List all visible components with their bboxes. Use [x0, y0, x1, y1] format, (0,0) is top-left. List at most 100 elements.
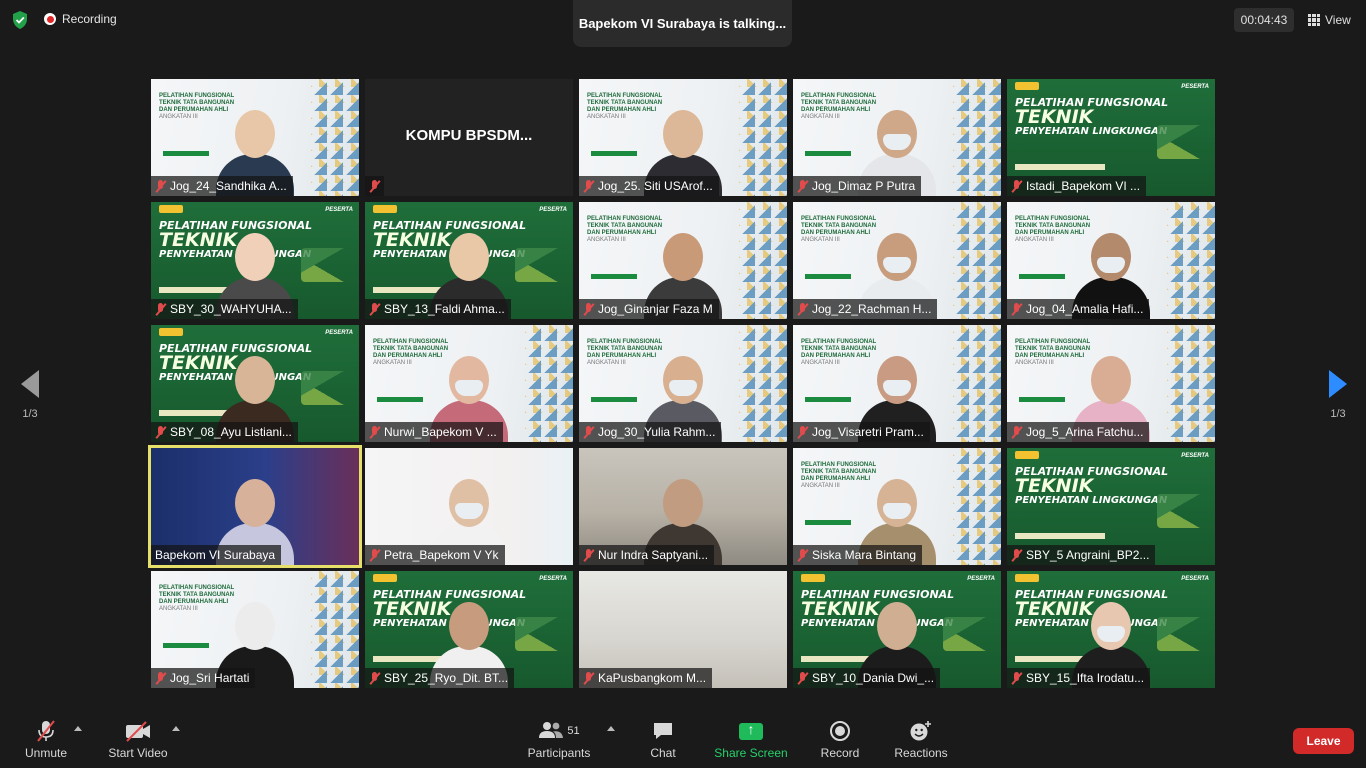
record-button[interactable]: Record — [818, 720, 862, 760]
participant-name-tag: Jog_24_Sandhika A... — [151, 176, 293, 196]
reactions-button[interactable]: Reactions — [892, 720, 950, 760]
participant-tile[interactable]: PESERTA PELATIHAN FUNGSIONAL TEKNIK PENYEHA… — [1007, 571, 1215, 688]
participant-name-tag: Petra_Bapekom V Yk — [365, 545, 505, 565]
start-video-label: Start Video — [108, 746, 168, 760]
participant-tile[interactable]: Petra_Bapekom V Yk — [365, 448, 573, 565]
participant-name-tag: SBY_25_Ryo_Dit. BT... — [365, 668, 515, 688]
participant-name-tag: Jog_25. Siti USArof... — [579, 176, 719, 196]
participant-name-tag: SBY_30_WAHYUHA... — [151, 299, 298, 319]
participant-tile[interactable]: PELATIHAN FUNGSIONAL TEKNIK TATA BANGUNAN… — [579, 325, 787, 442]
slide-date-bar — [163, 643, 209, 648]
participant-name: Jog_24_Sandhika A... — [170, 179, 287, 193]
participant-name: Jog_Ginanjar Faza M — [598, 302, 713, 316]
chevron-left-icon — [21, 370, 39, 398]
start-video-button[interactable]: Start Video — [106, 720, 170, 760]
participant-name-tag: Jog_04_Amalia Hafi... — [1007, 299, 1150, 319]
slide-date-bar — [591, 274, 637, 279]
pupr-logo — [373, 574, 397, 582]
participant-tile[interactable]: KOMPU BPSDM... — [365, 79, 573, 196]
peserta-label: PESERTA — [539, 207, 567, 213]
houses-illustration — [515, 248, 563, 282]
peserta-label: PESERTA — [967, 576, 995, 582]
participant-name: Jog_04_Amalia Hafi... — [1026, 302, 1144, 316]
participant-tile[interactable]: PESERTA PELATIHAN FUNGSIONAL TEKNIK PENYEHA… — [151, 202, 359, 319]
participant-name: KaPusbangkom M... — [598, 671, 707, 685]
microphone-muted-icon — [1011, 425, 1022, 439]
pupr-logo — [159, 328, 183, 336]
participant-tile[interactable]: PESERTA PELATIHAN FUNGSIONAL TEKNIK PENYEHA… — [793, 571, 1001, 688]
slide-date-bar — [805, 274, 851, 279]
slide-date-bar — [163, 151, 209, 156]
share-screen-button[interactable]: Share Screen — [714, 720, 788, 761]
participant-tile[interactable]: PELATIHAN FUNGSIONAL TEKNIK TATA BANGUNAN… — [793, 202, 1001, 319]
pupr-logo — [1015, 82, 1039, 90]
participant-tile[interactable]: Bapekom VI Surabaya — [148, 445, 362, 568]
participants-button[interactable]: 51 Participants — [524, 720, 594, 760]
microphone-muted-icon — [155, 425, 166, 439]
participant-tile[interactable]: PELATIHAN FUNGSIONAL TEKNIK TATA BANGUNAN… — [151, 79, 359, 196]
participant-name: SBY_30_WAHYUHA... — [170, 302, 292, 316]
slide-decoration — [739, 79, 787, 196]
houses-illustration — [1157, 617, 1205, 651]
participant-name: Bapekom VI Surabaya — [155, 548, 276, 562]
participant-tile[interactable]: Nur Indra Saptyani... — [579, 448, 787, 565]
houses-illustration — [301, 248, 349, 282]
slide-date-bar — [1019, 274, 1065, 279]
microphone-muted-icon — [797, 548, 808, 562]
microphone-muted-icon — [369, 302, 380, 316]
peserta-label: PESERTA — [325, 330, 353, 336]
gallery-grid-icon — [1308, 14, 1320, 26]
view-button[interactable]: View — [1302, 8, 1357, 32]
audio-options-caret-icon[interactable] — [74, 726, 82, 731]
share-screen-arrow-icon — [739, 721, 763, 740]
leave-button[interactable]: Leave — [1293, 728, 1354, 754]
participants-count: 51 — [567, 725, 580, 737]
slide-date-bar — [377, 397, 423, 402]
microphone-muted-icon — [583, 302, 594, 316]
participant-tile[interactable]: PELATIHAN FUNGSIONAL TEKNIK TATA BANGUNAN… — [793, 448, 1001, 565]
security-shield-icon[interactable] — [10, 10, 30, 30]
slide-date-bar — [591, 397, 637, 402]
participant-tile[interactable]: PELATIHAN FUNGSIONAL TEKNIK TATA BANGUNAN… — [793, 79, 1001, 196]
slide-decoration — [1167, 325, 1215, 442]
next-page-button[interactable]: 1/3 — [1318, 370, 1358, 420]
microphone-muted-icon — [583, 671, 594, 685]
participant-name-tag: KaPusbangkom M... — [579, 668, 713, 688]
participant-name: Siska Mara Bintang — [812, 548, 917, 562]
slide-date-bar — [1015, 533, 1105, 539]
participant-name: Jog_5_Arina Fatchu... — [1026, 425, 1144, 439]
participant-name: Jog_30_Yulia Rahm... — [598, 425, 716, 439]
participant-tile[interactable]: PESERTA PELATIHAN FUNGSIONAL TEKNIK PENYEHA… — [365, 202, 573, 319]
participant-name: SBY_5 Angraini_BP2... — [1026, 548, 1150, 562]
participant-tile[interactable]: PELATIHAN FUNGSIONAL TEKNIK TATA BANGUNAN… — [579, 79, 787, 196]
participant-tile[interactable]: PELATIHAN FUNGSIONAL TEKNIK TATA BANGUNAN… — [151, 571, 359, 688]
participant-tile[interactable]: PESERTA PELATIHAN FUNGSIONAL TEKNIK PENYEHA… — [1007, 79, 1215, 196]
participant-name: Jog_25. Siti USArof... — [598, 179, 713, 193]
recording-indicator[interactable]: Recording — [44, 12, 117, 26]
participants-options-caret-icon[interactable] — [607, 726, 615, 731]
pupr-logo — [373, 205, 397, 213]
participant-tile[interactable]: PELATIHAN FUNGSIONAL TEKNIK TATA BANGUNAN… — [1007, 325, 1215, 442]
participant-name: Istadi_Bapekom VI ... — [1026, 179, 1141, 193]
participant-display-name: KOMPU BPSDM... — [405, 127, 533, 144]
participant-tile[interactable]: PESERTA PELATIHAN FUNGSIONAL TEKNIK PENYEHA… — [365, 571, 573, 688]
microphone-muted-icon — [155, 179, 166, 193]
microphone-muted-icon — [155, 671, 166, 685]
participant-name: SBY_15_Ifta Irodatu... — [1026, 671, 1145, 685]
participant-name: SBY_10_Dania Dwi_... — [812, 671, 935, 685]
previous-page-button[interactable]: 1/3 — [10, 370, 50, 420]
video-options-caret-icon[interactable] — [172, 726, 180, 731]
participant-tile[interactable]: PELATIHAN FUNGSIONAL TEKNIK TATA BANGUNAN… — [1007, 202, 1215, 319]
participant-tile[interactable]: KaPusbangkom M... — [579, 571, 787, 688]
video-camera-off-icon — [106, 720, 170, 742]
participant-tile[interactable]: PELATIHAN FUNGSIONAL TEKNIK TATA BANGUNAN… — [793, 325, 1001, 442]
participant-tile[interactable]: PESERTA PELATIHAN FUNGSIONAL TEKNIK PENYEHA… — [151, 325, 359, 442]
participant-name: Jog_Dimaz P Putra — [812, 179, 916, 193]
slide-date-bar — [805, 397, 851, 402]
unmute-button[interactable]: Unmute — [22, 720, 70, 760]
participant-tile[interactable]: PELATIHAN FUNGSIONAL TEKNIK TATA BANGUNAN… — [579, 202, 787, 319]
chat-button[interactable]: Chat — [644, 720, 682, 760]
participant-tile[interactable]: PELATIHAN FUNGSIONAL TEKNIK TATA BANGUNAN… — [365, 325, 573, 442]
slide-date-bar — [591, 151, 637, 156]
participant-tile[interactable]: PESERTA PELATIHAN FUNGSIONAL TEKNIK PENYEHA… — [1007, 448, 1215, 565]
